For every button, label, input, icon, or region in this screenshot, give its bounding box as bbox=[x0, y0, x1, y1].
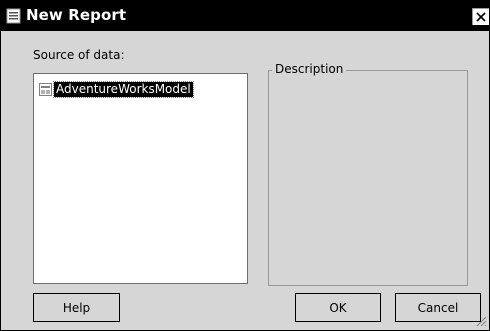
close-icon bbox=[476, 12, 486, 22]
resize-grip-icon[interactable] bbox=[475, 315, 487, 327]
report-icon bbox=[6, 8, 21, 24]
ok-button[interactable]: OK bbox=[295, 293, 381, 322]
data-source-tree[interactable]: AdventureWorksModel bbox=[33, 73, 248, 284]
data-model-icon bbox=[39, 82, 52, 96]
tree-item-adventureworksmodel[interactable]: AdventureWorksModel bbox=[39, 80, 194, 98]
description-legend: Description bbox=[272, 62, 347, 76]
description-groupbox bbox=[268, 70, 468, 286]
close-button[interactable] bbox=[472, 8, 489, 25]
tree-item-label: AdventureWorksModel bbox=[53, 80, 194, 98]
cancel-button[interactable]: Cancel bbox=[395, 293, 481, 322]
title-bar[interactable]: New Report bbox=[1, 1, 489, 31]
help-button[interactable]: Help bbox=[33, 293, 120, 322]
source-of-data-label: Source of data: bbox=[33, 48, 125, 62]
window-title: New Report bbox=[26, 6, 127, 24]
new-report-dialog: New Report Source of data: AdventureWork… bbox=[0, 0, 490, 331]
